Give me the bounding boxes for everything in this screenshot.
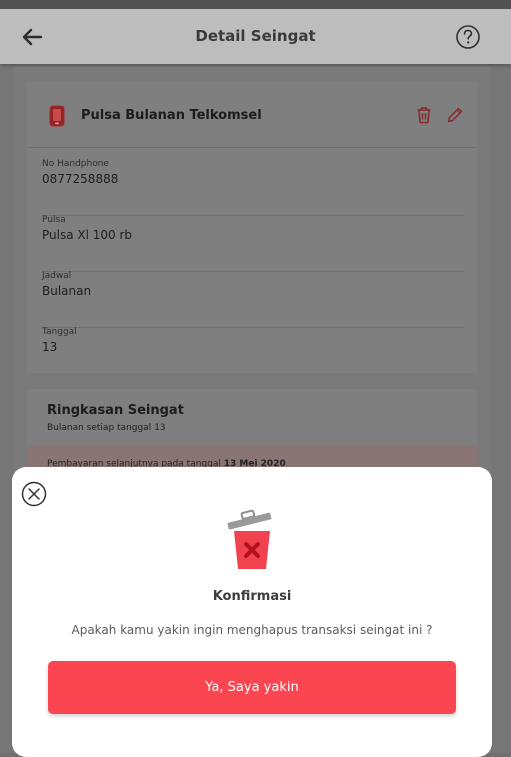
delete-button[interactable] <box>416 106 432 124</box>
field-label: Jadwal <box>42 271 72 281</box>
field-value: Bulanan <box>42 284 92 298</box>
page-title: Detail Seingat <box>195 27 316 45</box>
question-circle-icon <box>456 25 480 49</box>
dialog-message: Apakah kamu yakin ingin menghapus transa… <box>71 623 433 637</box>
item-header: Pulsa Bulanan Telkomsel <box>27 81 477 148</box>
field-phone-number: No Handphone 0877258888 <box>42 159 464 216</box>
trash-bin-illustration <box>224 507 280 573</box>
field-value: 0877258888 <box>42 172 119 186</box>
app-header: Detail Seingat <box>0 9 511 64</box>
help-button[interactable] <box>455 24 481 50</box>
edit-button[interactable] <box>446 106 464 124</box>
close-button[interactable] <box>21 481 47 507</box>
status-bar <box>0 0 511 9</box>
close-circle-icon <box>21 481 47 507</box>
pencil-icon <box>447 107 463 123</box>
phone-icon <box>49 105 65 127</box>
field-jadwal: Jadwal Bulanan <box>42 271 464 328</box>
field-label: Pulsa <box>42 215 66 225</box>
confirm-delete-dialog: Konfirmasi Apakah kamu yakin ingin mengh… <box>12 467 492 757</box>
dialog-title: Konfirmasi <box>212 589 292 604</box>
confirm-delete-button[interactable]: Ya, Saya yakin <box>48 661 456 714</box>
field-label: Tanggal <box>42 327 77 337</box>
field-label: No Handphone <box>42 159 109 169</box>
field-value: 13 <box>42 340 58 354</box>
summary-title: Ringkasan Seingat <box>47 403 184 418</box>
summary-subtitle: Bulanan setiap tanggal 13 <box>47 423 166 433</box>
reminder-detail-card: Pulsa Bulanan Telkomsel No Handphone 087… <box>27 81 477 373</box>
item-title: Pulsa Bulanan Telkomsel <box>81 108 262 123</box>
field-pulsa: Pulsa Pulsa Xl 100 rb <box>42 215 464 272</box>
field-tanggal: Tanggal 13 <box>42 327 464 383</box>
field-value: Pulsa Xl 100 rb <box>42 228 133 242</box>
trash-icon <box>417 107 431 124</box>
